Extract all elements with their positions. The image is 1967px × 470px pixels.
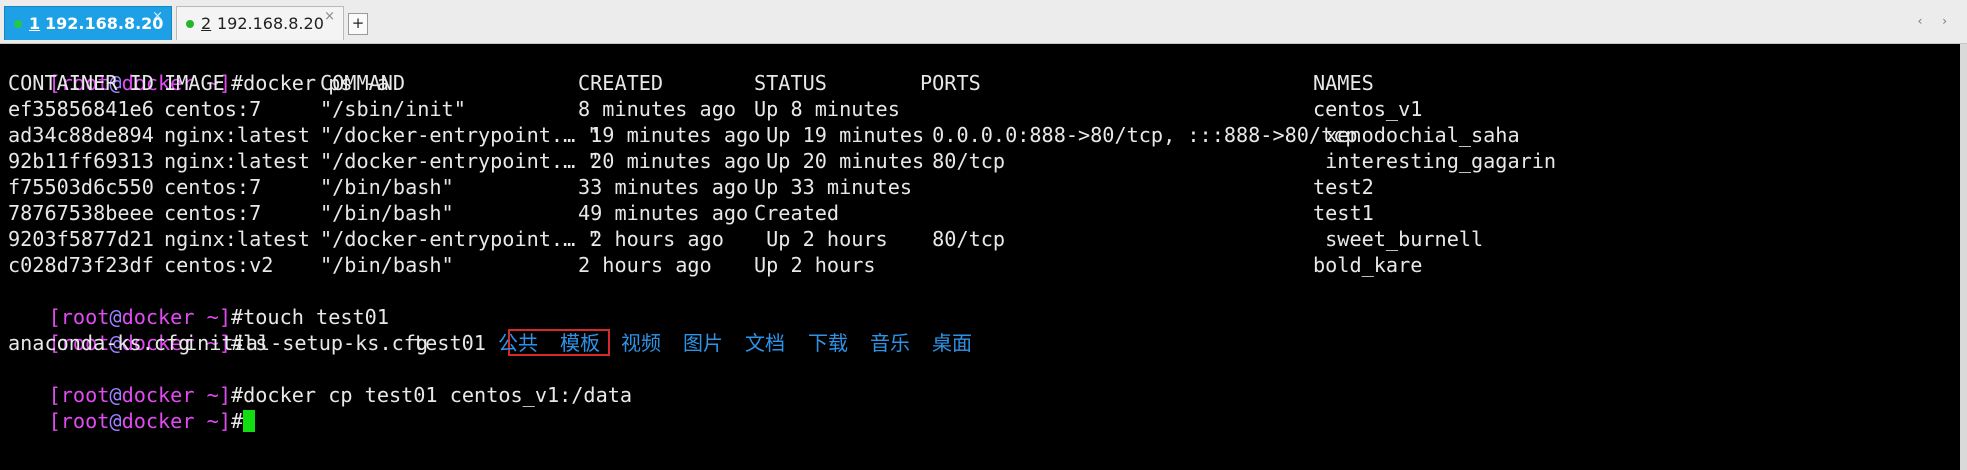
dir-entry: 图片	[683, 331, 723, 355]
dir-entry: 下载	[808, 331, 848, 355]
dir-entry: 文档	[745, 331, 785, 355]
dir-entry: 公共	[498, 331, 538, 355]
header-container-id: CONTAINER ID	[8, 71, 154, 95]
terminal-line: [root@docker ~]#docker ps -a	[48, 71, 389, 95]
table-row: 78767538beee centos:7 "/bin/bash" 49 min…	[8, 201, 1374, 225]
tab-number: 1	[29, 14, 41, 33]
dir-entry: 音乐	[870, 331, 910, 355]
tab-scroll-arrows-icon[interactable]: ‹ ›	[1918, 14, 1955, 28]
connected-status-icon	[186, 20, 194, 28]
header-image: IMAGE	[164, 71, 225, 95]
file-entry-highlighted: test01	[413, 331, 486, 355]
new-tab-button[interactable]: +	[348, 13, 368, 35]
header-created: CREATED	[578, 71, 664, 95]
dir-entry: 桌面	[932, 331, 972, 355]
header-names: NAMES	[1313, 71, 1374, 95]
file-entry: anaconda-ks.cfg	[8, 331, 191, 355]
terminal-line: [root@docker ~]#docker cp test01 centos_…	[48, 383, 633, 407]
close-icon[interactable]: ×	[152, 9, 163, 24]
tab-host-label: 192.168.8.20	[45, 14, 164, 33]
file-entry: initial-setup-ks.cfg	[185, 331, 429, 355]
connected-status-icon	[14, 20, 22, 28]
header-ports: PORTS	[920, 71, 981, 95]
dir-entry: 模板	[560, 331, 600, 355]
table-row: 9203f5877d21 nginx:latest "/docker-entry…	[8, 227, 1484, 251]
terminal-line: [root@docker ~]#ls	[48, 331, 268, 355]
command-text: docker cp test01 centos_v1:/data	[243, 383, 633, 407]
tab-session-1[interactable]: 1 192.168.8.20 ×	[4, 6, 172, 40]
header-command: COMMAND	[320, 71, 406, 95]
tab-host-label: 192.168.8.20	[217, 14, 324, 33]
terminal-input-line[interactable]: [root@docker ~]#	[0, 382, 256, 433]
tab-number: 2	[201, 14, 212, 33]
table-row: 92b11ff69313 nginx:latest "/docker-entry…	[8, 149, 1557, 173]
tab-session-2[interactable]: 2 192.168.8.20 ×	[176, 6, 344, 40]
dir-entry: 视频	[621, 331, 661, 355]
terminal-output[interactable]: [root@docker ~]#docker ps -a CONTAINER I…	[0, 44, 1960, 470]
header-status: STATUS	[754, 71, 827, 95]
tab-bar: 1 192.168.8.20 × 2 192.168.8.20 × + ‹ ›	[0, 0, 1967, 44]
vertical-scrollbar[interactable]	[1960, 44, 1967, 470]
table-row: ef35856841e6 centos:7 "/sbin/init" 8 min…	[8, 97, 1423, 121]
prompt: [root@docker ~]	[48, 409, 231, 433]
table-row: ad34c88de894 nginx:latest "/docker-entry…	[8, 123, 1520, 147]
terminal-line: [root@docker ~]#touch test01	[48, 305, 389, 329]
table-row: f75503d6c550 centos:7 "/bin/bash" 33 min…	[8, 175, 1374, 199]
table-row: c028d73f23df centos:v2 "/bin/bash" 2 hou…	[8, 253, 1423, 277]
table-header: CONTAINER ID IMAGE COMMAND CREATED STATU…	[0, 70, 1960, 96]
ls-output: anaconda-ks.cfg initial-setup-ks.cfg tes…	[0, 329, 1960, 356]
close-icon[interactable]: ×	[324, 9, 335, 24]
text-cursor	[243, 410, 256, 432]
